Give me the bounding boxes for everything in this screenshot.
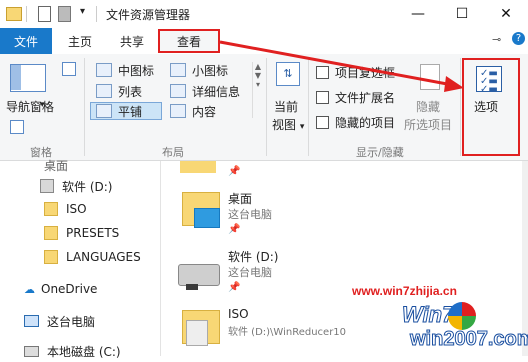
watermark-url: www.win7zhijia.cn bbox=[352, 284, 457, 298]
content-item-desktop[interactable] bbox=[178, 188, 222, 232]
nav-item-drive-d[interactable]: 软件 (D:) bbox=[40, 175, 112, 197]
nav-item-presets[interactable]: PRESETS bbox=[44, 222, 119, 244]
nav-label: ISO bbox=[66, 202, 87, 216]
nav-label: 这台电脑 bbox=[47, 314, 96, 329]
cloud-icon: ☁ bbox=[24, 282, 35, 296]
disc-image-icon bbox=[186, 320, 208, 346]
watermark-logo: Win7 bbox=[401, 302, 455, 328]
vertical-scrollbar[interactable] bbox=[522, 161, 528, 356]
folder-icon bbox=[44, 202, 58, 216]
nav-item-desktop[interactable]: 桌面 bbox=[44, 154, 68, 176]
content-item-name: 桌面 bbox=[228, 192, 253, 206]
pin-icon[interactable]: 📌 bbox=[228, 166, 240, 177]
nav-item-this-pc[interactable]: 这台电脑 bbox=[24, 310, 95, 332]
windows-logo-icon bbox=[448, 302, 476, 330]
nav-label: 本地磁盘 (C:) bbox=[47, 344, 121, 359]
pin-icon[interactable]: 📌 bbox=[228, 224, 240, 235]
content-item-location: 软件 (D:)\WinReducer10 bbox=[228, 327, 347, 338]
drive-icon bbox=[40, 179, 54, 193]
content-item-location: 这台电脑 bbox=[228, 208, 272, 221]
nav-item-local-disk-c[interactable]: 本地磁盘 (C:) bbox=[24, 340, 121, 362]
content-item-location: 这台电脑 bbox=[228, 266, 272, 279]
content-item-name: ISO bbox=[228, 307, 249, 321]
nav-label: 桌面 bbox=[44, 158, 69, 173]
nav-item-iso[interactable]: ISO bbox=[44, 198, 87, 220]
nav-label: PRESETS bbox=[66, 226, 120, 240]
content-item-iso[interactable] bbox=[178, 306, 222, 350]
nav-label: OneDrive bbox=[41, 282, 98, 296]
folder-icon bbox=[180, 161, 216, 173]
nav-item-languages[interactable]: LANGUAGES bbox=[44, 246, 141, 268]
nav-item-onedrive[interactable]: ☁ OneDrive bbox=[24, 278, 97, 300]
watermark-site: win2007.com bbox=[410, 328, 528, 351]
nav-label: 软件 (D:) bbox=[62, 179, 113, 194]
computer-icon bbox=[24, 315, 39, 327]
content-item-name: 软件 (D:) bbox=[228, 250, 279, 264]
pin-icon[interactable]: 📌 bbox=[228, 282, 240, 293]
content-item-drive-d[interactable] bbox=[176, 258, 220, 292]
drive-icon bbox=[24, 345, 39, 357]
desktop-icon bbox=[194, 208, 220, 228]
nav-label: LANGUAGES bbox=[66, 250, 141, 264]
drive-icon bbox=[178, 264, 220, 286]
folder-icon bbox=[44, 226, 58, 240]
folder-icon bbox=[44, 250, 58, 264]
drive-base bbox=[186, 284, 198, 290]
